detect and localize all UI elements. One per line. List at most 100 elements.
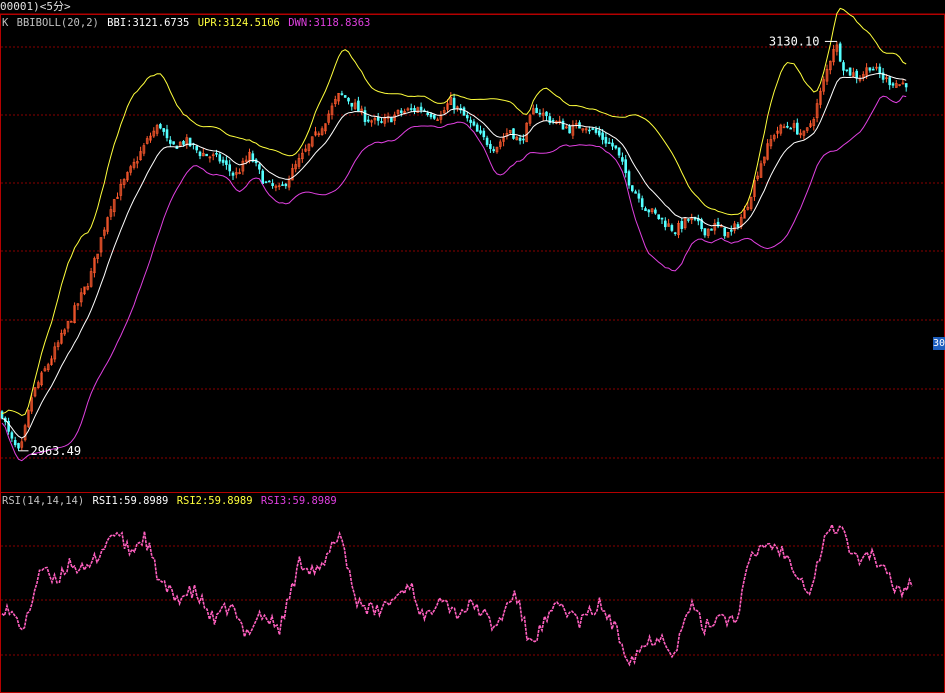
candle-body — [281, 184, 284, 186]
candle-body — [165, 129, 169, 139]
candle-body — [627, 171, 631, 186]
rsi-panel-frame — [0, 492, 945, 693]
candle-body — [366, 119, 370, 122]
candle-body — [657, 214, 661, 220]
price-chart-svg[interactable]: 2963.49 3130.10 — [0, 0, 945, 693]
candle-body — [13, 440, 17, 446]
candle-body — [703, 228, 707, 236]
candle-body — [228, 164, 231, 172]
candle-body — [838, 43, 842, 62]
candle-body — [535, 107, 538, 114]
candle-body — [485, 137, 489, 145]
candle-body — [17, 443, 20, 449]
candle-body — [522, 138, 525, 141]
candle-body — [465, 115, 469, 119]
candle-body — [621, 157, 624, 162]
candle-body — [452, 97, 456, 110]
candle-body — [159, 124, 162, 129]
candle-body — [195, 146, 198, 151]
candle-body — [891, 83, 895, 86]
candle-body — [855, 70, 859, 79]
candle-body — [594, 128, 598, 133]
candle-body — [545, 111, 548, 117]
candle-body — [617, 147, 621, 156]
candle-body — [182, 141, 185, 145]
candle-body — [663, 220, 667, 228]
candle-body — [225, 160, 228, 165]
candle-body — [482, 130, 486, 138]
candle-body — [654, 209, 657, 214]
candle-body — [670, 225, 674, 231]
candle-body — [215, 152, 218, 155]
candle-body — [479, 130, 482, 134]
candle-body — [429, 113, 433, 118]
candle-body — [687, 219, 690, 221]
candle-body — [357, 100, 360, 112]
candle-body — [271, 183, 274, 187]
high-price-label: 3130.10 — [769, 34, 820, 48]
candle-body — [413, 108, 416, 112]
candle-body — [601, 132, 604, 140]
candle-body — [380, 121, 383, 123]
candle-body — [680, 221, 684, 229]
candle-body — [267, 180, 271, 183]
candle-body — [789, 127, 793, 130]
candle-body — [409, 108, 413, 110]
candle-body — [284, 183, 288, 187]
candle-body — [611, 142, 614, 147]
price-axis-tag: 30 — [933, 337, 945, 350]
candle-body — [462, 107, 466, 116]
main-panel-frame — [0, 14, 945, 493]
candle-body — [343, 95, 347, 98]
dwn-band-line — [1, 95, 907, 462]
candle-body — [363, 110, 367, 122]
candle-body — [376, 116, 380, 121]
candle-body — [588, 129, 591, 132]
candle-body — [871, 68, 875, 71]
candle-body — [634, 191, 637, 194]
candle-body — [472, 121, 476, 126]
candle-body — [848, 67, 852, 76]
candle-body — [350, 102, 354, 107]
candle-body — [347, 97, 350, 102]
candle-body — [647, 209, 651, 213]
candle-body — [10, 432, 14, 439]
candle-body — [399, 110, 403, 113]
candle-body — [604, 137, 608, 144]
candle-body — [390, 117, 393, 123]
candle-body — [660, 217, 664, 220]
candle-body — [710, 228, 713, 231]
candle-body — [637, 193, 641, 199]
candle-body — [673, 232, 677, 234]
candle-body — [261, 170, 265, 184]
candle-body — [729, 229, 733, 232]
candle-body — [426, 112, 430, 116]
upr-band-line — [1, 7, 907, 417]
candle-body — [568, 125, 571, 134]
candle-body — [614, 145, 618, 149]
candle-body — [868, 67, 872, 71]
low-price-label: 2963.49 — [31, 444, 82, 458]
candle-body — [162, 128, 165, 132]
candle-body — [795, 122, 799, 135]
candle-body — [551, 120, 555, 122]
candle-body — [644, 208, 647, 212]
candle-body — [512, 128, 515, 139]
candle-body — [258, 164, 261, 170]
candle-body — [736, 224, 740, 228]
candle-body — [231, 172, 235, 176]
candle-body — [842, 62, 845, 71]
candle-body — [169, 139, 172, 144]
candle-body — [561, 120, 565, 130]
candle-body — [888, 77, 892, 86]
candle-body — [218, 154, 222, 162]
candle-body — [264, 181, 268, 184]
candle-body — [198, 151, 202, 157]
candle-body — [340, 93, 344, 95]
candle-body — [489, 143, 492, 149]
candle-body — [878, 66, 882, 75]
candle-body — [419, 106, 423, 111]
candle-body — [904, 83, 908, 88]
candle-body — [538, 112, 542, 115]
candle-body — [723, 227, 727, 237]
